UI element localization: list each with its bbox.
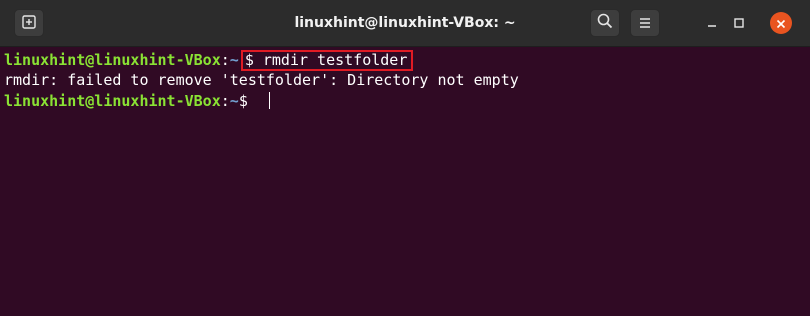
user-host: linuxhint@linuxhint-VBox — [4, 51, 221, 69]
search-icon — [597, 13, 613, 33]
prompt-colon: : — [220, 51, 230, 69]
maximize-icon — [733, 14, 745, 33]
minimize-icon — [706, 14, 718, 33]
close-icon — [776, 14, 786, 33]
prompt-line: linuxhint@linuxhint-VBox:~$ — [4, 90, 270, 112]
prompt-path: ~ — [229, 92, 239, 110]
prompt-line: linuxhint@linuxhint-VBox:~ $ rmdir testfo… — [4, 49, 414, 71]
error-output: rmdir: failed to remove 'testfolder': Di… — [4, 71, 519, 89]
terminal-output[interactable]: linuxhint@linuxhint-VBox:~ $ rmdir testfo… — [0, 47, 810, 316]
terminal-window: linuxhint@linuxhint-VBox: ~ linuxhint@li… — [0, 0, 810, 316]
close-button[interactable] — [770, 12, 792, 34]
user-host: linuxhint@linuxhint-VBox — [4, 92, 221, 110]
highlighted-command: $ rmdir testfolder — [240, 50, 414, 71]
prompt-symbol: $ — [238, 92, 257, 110]
prompt-colon: : — [220, 92, 230, 110]
menu-button[interactable] — [630, 9, 660, 37]
window-title: linuxhint@linuxhint-VBox: ~ — [294, 15, 516, 31]
hamburger-menu-icon — [638, 14, 652, 33]
maximize-button[interactable] — [729, 13, 749, 33]
minimize-button[interactable] — [702, 13, 722, 33]
search-button[interactable] — [590, 9, 620, 37]
text-cursor — [268, 92, 270, 109]
title-bar[interactable]: linuxhint@linuxhint-VBox: ~ — [0, 0, 810, 47]
prompt-path: ~ — [229, 51, 239, 69]
